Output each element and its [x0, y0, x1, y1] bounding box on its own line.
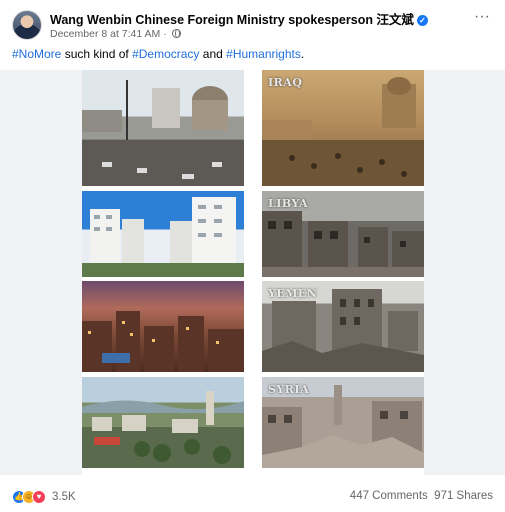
collage-tile-city-plaza — [82, 70, 244, 186]
globe-icon[interactable] — [171, 29, 181, 38]
collage-tile-syria: SYRIA — [262, 377, 424, 468]
collage-tile-iraq: IRAQ — [262, 70, 424, 186]
collage-tile-yemen: YEMEN — [262, 281, 424, 372]
comments-count[interactable]: 447 Comments — [350, 490, 428, 502]
facebook-post: Wang Wenbin Chinese Foreign Ministry spo… — [0, 0, 505, 512]
engagement-counts: 447 Comments 971 Shares — [350, 490, 493, 502]
post-text-segment: and — [199, 47, 227, 61]
post-text-segment: such kind of — [61, 47, 133, 61]
post-text-segment: . — [300, 47, 305, 61]
old-city-illustration — [82, 311, 244, 372]
hashtag-democracy[interactable]: #Democracy — [132, 47, 199, 61]
shares-count[interactable]: 971 Shares — [434, 490, 493, 502]
reaction-count[interactable]: 3.5K — [52, 491, 76, 503]
hashtag-nomore[interactable]: #NoMore — [12, 47, 61, 61]
more-options-icon[interactable]: ··· — [471, 9, 493, 28]
label-syria: SYRIA — [268, 383, 310, 396]
apartments-illustration — [82, 197, 244, 277]
post-text: #NoMore such kind of #Democracy and #Hum… — [12, 47, 304, 61]
collage-tile-libya: LIBYA — [262, 191, 424, 277]
post-timestamp[interactable]: December 8 at 7:41 AM · — [50, 28, 167, 40]
author-name-label[interactable]: Wang Wenbin Chinese Foreign Ministry spo… — [50, 13, 414, 27]
collage-tile-apartments — [82, 191, 244, 277]
love-icon: ♥ — [32, 490, 46, 504]
verified-badge-icon: ✓ — [416, 15, 428, 26]
label-yemen: YEMEN — [268, 287, 318, 300]
hashtag-humanrights[interactable]: #Humanrights — [226, 47, 301, 61]
post-meta: December 8 at 7:41 AM · — [50, 28, 181, 40]
author-avatar[interactable] — [12, 10, 42, 40]
label-iraq: IRAQ — [268, 76, 303, 89]
collage-tile-green-city — [82, 377, 244, 468]
green-city-illustration — [82, 391, 244, 464]
city-plaza-illustration — [82, 80, 244, 186]
label-libya: LIBYA — [268, 197, 309, 210]
post-image-collage[interactable]: IRAQ LIBYA YEMEN SYRIA — [82, 70, 424, 475]
collage-tile-old-city — [82, 281, 244, 372]
author-name[interactable]: Wang Wenbin Chinese Foreign Ministry spo… — [50, 9, 428, 28]
reactions-summary[interactable]: 👍 ☺ ♥ 3.5K — [12, 489, 76, 505]
